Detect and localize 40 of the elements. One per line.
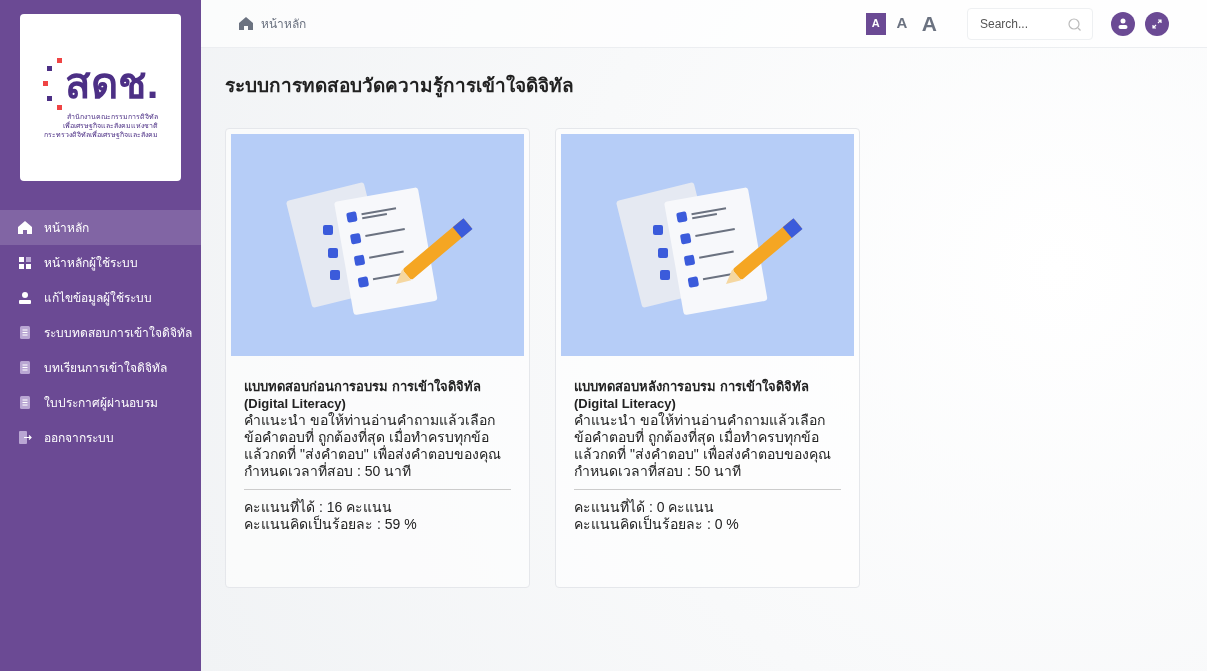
sidebar-item[interactable]: ใบประกาศผู้ผ่านอบรม: [0, 385, 201, 420]
search-field[interactable]: Search...: [967, 7, 1093, 40]
document-icon: [18, 326, 32, 339]
quiz-card[interactable]: [555, 127, 860, 588]
user-icon: [1118, 18, 1128, 29]
sidebar-item[interactable]: บทเรียนการเข้าใจดิจิทัล: [0, 350, 201, 385]
time-limit-text: กำหนดเวลาที่สอบ : 50 นาที: [574, 462, 742, 480]
home-icon: [18, 221, 32, 234]
font-size-button[interactable]: A: [891, 12, 912, 35]
grid-icon: [18, 256, 32, 269]
sidebar-item[interactable]: หน้าหลักผู้ใช้ระบบ: [0, 245, 201, 280]
home-icon: [239, 17, 253, 30]
sidebar-item[interactable]: แก้ไขข้อมูลผู้ใช้ระบบ: [0, 280, 201, 315]
profile-button[interactable]: [1111, 11, 1135, 36]
logo-text: สดช.: [64, 63, 159, 105]
percent-text: คะแนนคิดเป็นร้อยละ : 59 %: [244, 515, 418, 533]
font-size-button[interactable]: A: [917, 12, 941, 35]
fullscreen-button[interactable]: [1145, 11, 1169, 36]
card-title: แบบทดสอบก่อนการอบรม การเข้าใจดิจิทัล (Digital Literacy): [244, 377, 482, 412]
sidebar-item[interactable]: ออกจากระบบ: [0, 420, 201, 455]
font-size-button[interactable]: A: [865, 12, 886, 35]
expand-icon: [1152, 18, 1162, 29]
card-instructions: คำแนะนำ ขอให้ท่านอ่านคำถามแล้วเลือกข้อคำตอบที่ ถูกต้องที่สุด เมื่อทำครบทุกข้อแล้วกดที่ "ส่งคำตอบ" เพื่อส่งคำตอบของคุณ: [574, 411, 832, 463]
dots-ring-icon: [42, 56, 65, 112]
search-icon: [1068, 17, 1081, 31]
card-title: แบบทดสอบหลังการอบรม การเข้าใจดิจิทัล (Digital Literacy): [574, 377, 810, 412]
card-instructions: คำแนะนำ ขอให้ท่านอ่านคำถามแล้วเลือกข้อคำตอบที่ ถูกต้องที่สุด เมื่อทำครบทุกข้อแล้วกดที่ "ส่งคำตอบ" เพื่อส่งคำตอบของคุณ: [244, 411, 502, 463]
percent-text: คะแนนคิดเป็นร้อยละ : 0 %: [574, 515, 740, 533]
document-icon: [18, 361, 32, 374]
document-icon: [18, 396, 32, 409]
breadcrumb[interactable]: หน้าหลัก: [261, 14, 306, 33]
user-icon: [18, 291, 32, 304]
sidebar-item[interactable]: ระบบทดสอบการเข้าใจดิจิทัล: [0, 315, 201, 350]
exit-icon: [18, 431, 32, 444]
page-title: ระบบการทดสอบวัดความรู้การเข้าใจดิจิทัล: [225, 73, 575, 100]
quiz-card[interactable]: [225, 127, 530, 588]
sidebar-item[interactable]: หน้าหลัก: [0, 210, 201, 245]
score-text: คะแนนที่ได้ : 0 คะแนน: [574, 498, 716, 515]
time-limit-text: กำหนดเวลาที่สอบ : 50 นาที: [244, 462, 412, 480]
score-text: คะแนนที่ได้ : 16 คะแนน: [244, 498, 394, 515]
